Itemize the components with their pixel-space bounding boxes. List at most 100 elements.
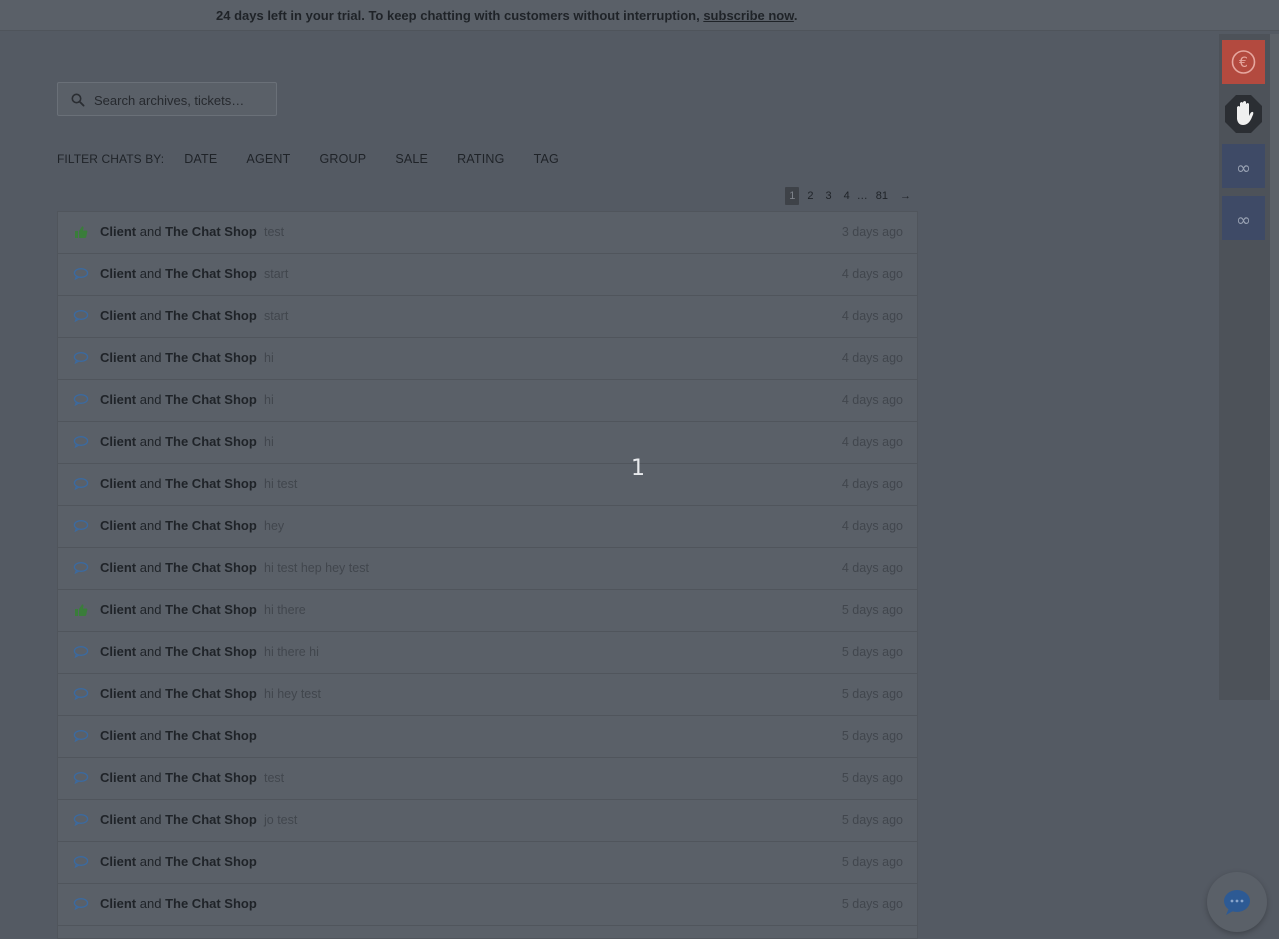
- chat-status-icon: [73, 393, 89, 407]
- thumbs-up-icon: [75, 604, 88, 616]
- chat-shop-name: The Chat Shop: [165, 392, 257, 407]
- page-4[interactable]: 4: [840, 187, 854, 205]
- chat-participants: Client and The Chat Shop: [100, 476, 257, 491]
- chat-time: 4 days ago: [841, 519, 903, 533]
- chat-and-text: and: [139, 350, 162, 365]
- filter-sale[interactable]: SALE: [395, 152, 428, 166]
- chat-preview: start: [264, 267, 289, 281]
- chat-row[interactable]: Client and The Chat Shop 5 days ago: [58, 842, 917, 884]
- chat-row[interactable]: Client and The Chat Shop test 5 days ago: [58, 758, 917, 800]
- sidebar-app-infinity-2[interactable]: ∞: [1222, 196, 1265, 240]
- chat-time: 4 days ago: [841, 351, 903, 365]
- filter-group[interactable]: GROUP: [319, 152, 366, 166]
- chat-row[interactable]: Client and The Chat Shop hi there 5 days a…: [58, 590, 917, 632]
- euro-coin-icon: €: [1222, 40, 1265, 84]
- filter-rating[interactable]: RATING: [457, 152, 505, 166]
- page-last[interactable]: 81: [872, 187, 892, 205]
- chat-row[interactable]: Client and The Chat Shop hi 4 days ago: [58, 380, 917, 422]
- chat-preview: hi hey test: [264, 687, 321, 701]
- chat-row[interactable]: Client and The Chat Shop jo test 5 days ag…: [58, 800, 917, 842]
- chat-and-text: and: [139, 644, 162, 659]
- chat-shop-name: The Chat Shop: [165, 476, 257, 491]
- page-2[interactable]: 2: [803, 187, 817, 205]
- chat-client-name: Client: [100, 770, 137, 785]
- page-1[interactable]: 1: [785, 187, 800, 205]
- chat-row[interactable]: Client and The Chat Shop hey 4 days ago: [58, 506, 917, 548]
- chat-client-name: Client: [100, 728, 137, 743]
- chat-client-name: Client: [100, 434, 137, 449]
- chat-status-icon: [73, 687, 89, 701]
- chat-shop-name: The Chat Shop: [165, 224, 257, 239]
- chat-preview: hi there hi: [264, 645, 319, 659]
- chat-status-icon: [73, 267, 89, 281]
- chat-shop-name: The Chat Shop: [165, 686, 257, 701]
- chat-preview: hi: [264, 351, 274, 365]
- chat-preview: hi test hep hey test: [264, 561, 369, 575]
- trial-message: 24 days left in your trial. To keep chat…: [216, 8, 798, 23]
- trial-message-text: 24 days left in your trial. To keep chat…: [216, 8, 704, 23]
- chat-participants: Client and The Chat Shop: [100, 770, 257, 785]
- chat-bubble-icon: [73, 688, 89, 701]
- chat-and-text: and: [139, 476, 162, 491]
- chat-widget-icon: [1224, 890, 1250, 915]
- search-box[interactable]: [57, 82, 277, 117]
- chat-client-name: Client: [100, 602, 137, 617]
- chat-shop-name: The Chat Shop: [165, 308, 257, 323]
- chat-client-name: Client: [100, 854, 137, 869]
- chat-and-text: and: [139, 728, 162, 743]
- chat-status-icon: [73, 645, 89, 659]
- chat-and-text: and: [139, 854, 162, 869]
- chat-widget-button[interactable]: [1207, 872, 1267, 932]
- chat-time: 5 days ago: [841, 729, 903, 743]
- search-input[interactable]: [92, 83, 276, 117]
- subscribe-link[interactable]: subscribe now: [703, 8, 794, 23]
- chat-client-name: Client: [100, 266, 137, 281]
- chat-row[interactable]: Client and The Chat Shop hi 4 days ago: [58, 338, 917, 380]
- chat-status-icon: [73, 855, 89, 869]
- chat-participants: Client and The Chat Shop: [100, 434, 257, 449]
- chat-shop-name: The Chat Shop: [165, 854, 257, 869]
- page-3[interactable]: 3: [822, 187, 836, 205]
- search-icon: [71, 93, 85, 107]
- chat-row[interactable]: Client and The Chat Shop5 days ago: [58, 926, 917, 938]
- chat-time: 4 days ago: [841, 393, 903, 407]
- svg-text:∞: ∞: [1236, 158, 1251, 179]
- chat-status-icon: [73, 603, 89, 617]
- chat-row[interactable]: Client and The Chat Shop hi hey test 5 day…: [58, 674, 917, 716]
- filter-tag[interactable]: TAG: [534, 152, 559, 166]
- sidebar-app-euro[interactable]: €: [1222, 40, 1265, 84]
- chat-preview: start: [264, 309, 289, 323]
- sidebar-app-stop[interactable]: [1222, 92, 1265, 136]
- svg-text:€: €: [1239, 55, 1248, 71]
- chat-client-name: Client: [100, 476, 137, 491]
- sidebar-app-infinity-1[interactable]: ∞: [1222, 144, 1265, 188]
- chat-time: 4 days ago: [841, 435, 903, 449]
- chat-row[interactable]: Client and The Chat Shop5 days ago: [58, 716, 917, 758]
- chat-participants: Client and The Chat Shop: [100, 350, 257, 365]
- filter-agent[interactable]: AGENT: [246, 152, 290, 166]
- filter-label: FILTER CHATS BY:: [57, 152, 165, 166]
- chat-bubble-icon: [73, 772, 89, 785]
- chat-participants: Client and The Chat Shop: [100, 896, 257, 911]
- filter-date[interactable]: DATE: [184, 152, 217, 166]
- chat-shop-name: The Chat Shop: [165, 644, 257, 659]
- chat-row[interactable]: Client and The Chat Shop start 4 days ago: [58, 254, 917, 296]
- infinity-app-icon: ∞: [1222, 196, 1265, 240]
- chat-client-name: Client: [100, 560, 137, 575]
- chat-row[interactable]: Client and The Chat Shop5 days ago: [58, 884, 917, 926]
- chat-row[interactable]: Client and The Chat Shop hi 4 days ago: [58, 422, 917, 464]
- chat-row[interactable]: Client and The Chat Shop hi there hi 5 day…: [58, 632, 917, 674]
- infinity-app-icon: ∞: [1222, 144, 1265, 188]
- chat-time: 5 days ago: [841, 813, 903, 827]
- chat-and-text: and: [139, 770, 162, 785]
- sidebar-scrollbar[interactable]: [1270, 34, 1279, 700]
- chat-status-icon: [73, 225, 89, 239]
- chat-row[interactable]: Client and The Chat Shop hi test hep hey …: [58, 548, 917, 590]
- chat-time: 5 days ago: [841, 855, 903, 869]
- chat-and-text: and: [139, 392, 162, 407]
- chat-row[interactable]: Client and The Chat Shop test 3 days ago: [58, 212, 917, 254]
- chat-row[interactable]: Client and The Chat Shop hi test 4 days ag…: [58, 464, 917, 506]
- chat-status-icon: [73, 519, 89, 533]
- next-page-arrow-icon[interactable]: →: [896, 187, 915, 205]
- chat-row[interactable]: Client and The Chat Shop start 4 days ago: [58, 296, 917, 338]
